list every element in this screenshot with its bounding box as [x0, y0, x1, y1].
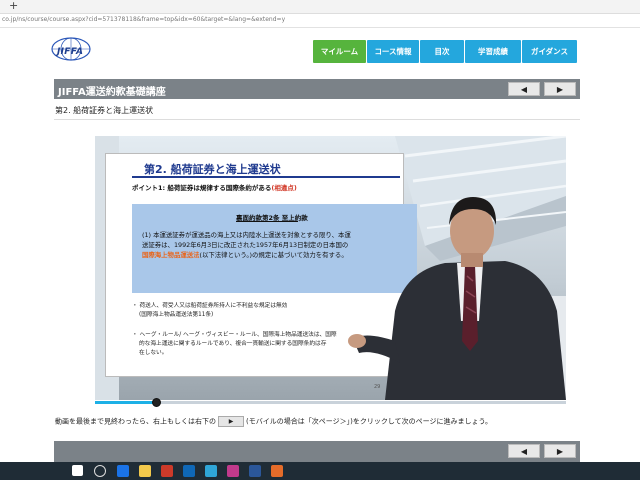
prev-page-button[interactable]: ◀ [508, 82, 540, 96]
clause-line-3: 国際海上物品運送法(以下法律という。)の規定に基づいて効力を有する。 [142, 250, 348, 259]
start-windows-icon[interactable] [72, 465, 83, 476]
clause-line-2: 送証券は、1992年6月3日に改正された1957年6月13日制定の日本国の [142, 241, 349, 249]
nav-guidance[interactable]: ガイダンス [522, 40, 577, 63]
nav-my-room[interactable]: マイルーム [313, 40, 366, 63]
os-taskbar [0, 462, 640, 480]
browser-tab-strip: + [0, 0, 640, 14]
nav-course-info[interactable]: コース情報 [367, 40, 419, 63]
word-icon[interactable] [249, 465, 261, 477]
course-title-bar: JIFFA運送約款基礎講座 ◀ ▶ [54, 79, 580, 99]
new-tab-button[interactable]: + [9, 0, 18, 12]
presenter [348, 197, 566, 400]
clause-heading-underline [236, 221, 298, 222]
url-text: co.jp/ns/course/course.aspx?cid=57137811… [2, 16, 286, 23]
bottom-prev-page-button[interactable]: ◀ [508, 444, 540, 458]
bullet-2-line-2: 的な海上運送に関するルールであり、複合一貫輸送に関する国際条約は存 [139, 341, 327, 347]
next-page-button[interactable]: ▶ [544, 82, 576, 96]
bullet-2-line-3: 在しない。 [139, 350, 168, 356]
search-icon[interactable] [94, 465, 106, 477]
address-bar[interactable]: co.jp/ns/course/course.aspx?cid=57137811… [0, 14, 640, 28]
instruction-after: (モバイルの場合は「次ページ＞」)をクリックして次のページに進みましょう。 [246, 417, 493, 426]
clause-law-name: 国際海上物品運送法 [142, 251, 200, 259]
bullet-1-line-2: (国際海上物品運送法第11条) [139, 312, 214, 318]
progress-fill [95, 401, 156, 404]
clause-line-1: (1) 本運送証券が運送品の海上又は内陸水上運送を対象とする限り、本運 [142, 231, 351, 239]
clause-line-3-rest: (以下法律という。)の規定に基づいて効力を有する。 [199, 251, 348, 259]
nav-table-of-contents[interactable]: 目次 [420, 40, 464, 63]
nav-learning-results[interactable]: 学習成績 [465, 40, 521, 63]
video-progress-bar[interactable] [95, 398, 566, 407]
outlook-icon[interactable] [183, 465, 195, 477]
divider [54, 119, 580, 120]
course-title: JIFFA運送約款基礎講座 [58, 87, 166, 98]
inline-next-button-illustration: ▶ [218, 416, 244, 427]
app-icon-red[interactable] [161, 465, 173, 477]
slide-point: ポイント1: 船荷証券は規律する国際条約がある(相違点) [132, 182, 297, 192]
bottom-nav-bar: ◀ ▶ [54, 441, 580, 462]
slide-heading-rule [132, 176, 400, 178]
slide-point-text: ポイント1: 船荷証券は規律する国際条約がある [132, 184, 272, 192]
app-icon-orange[interactable] [271, 465, 283, 477]
bullet-2-line-1: ・ ヘーグ・ルール/ ヘーグ・ヴィスビー・ルール、国際海上物品運送法は、国際 [132, 332, 337, 338]
section-subtitle: 第2. 船荷証券と海上運送状 [55, 106, 154, 115]
slide-heading: 第2. 船荷証券と海上運送状 [144, 163, 281, 176]
slide-point-emphasis: (相違点) [271, 184, 297, 192]
instruction-text: 動画を最後まで見終わったら、右上もしくは右下の ▶ (モバイルの場合は「次ページ＞」… [55, 416, 492, 427]
progress-track [95, 401, 566, 404]
lecture-video[interactable]: 第2. 船荷証券と海上運送状 ポイント1: 船荷証券は規律する国際条約がある(相… [95, 136, 566, 400]
bottom-next-page-button[interactable]: ▶ [544, 444, 576, 458]
edge-browser-icon[interactable] [117, 465, 129, 477]
app-icon-magenta[interactable] [227, 465, 239, 477]
instruction-before: 動画を最後まで見終わったら、右上もしくは右下の [55, 417, 216, 426]
edge-icon[interactable] [205, 465, 217, 477]
bullet-1-line-1: ・ 荷送人、荷受人又は船荷証券所持人に不利益な規定は無効 [132, 303, 288, 309]
file-explorer-icon[interactable] [139, 465, 151, 477]
progress-knob[interactable] [152, 398, 161, 407]
logo-text: JIFFA [57, 47, 84, 57]
